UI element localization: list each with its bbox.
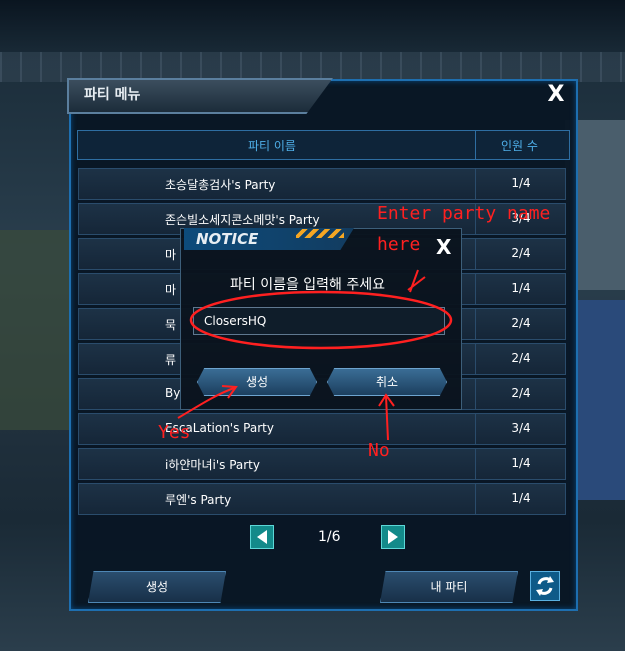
annotation-circle <box>189 290 453 350</box>
annotation-pointer <box>407 269 426 293</box>
annotation-no: No <box>368 440 390 461</box>
annotation-overlay <box>177 269 453 441</box>
annotation-enter-party-name: Enter party name <box>377 203 551 224</box>
yes-arrow <box>177 387 235 419</box>
no-arrow <box>385 395 389 441</box>
annotation-yes: Yes <box>158 422 191 443</box>
annotation-here: here <box>377 234 421 255</box>
